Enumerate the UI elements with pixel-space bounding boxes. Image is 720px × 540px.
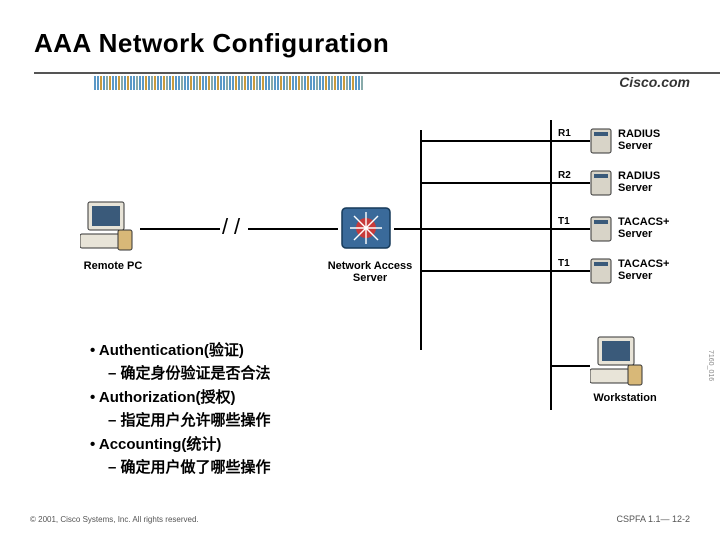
remote-pc-icon	[80, 200, 140, 255]
decorative-bars	[94, 76, 363, 90]
network-diagram: Remote PC / / Network Access Server R1	[0, 110, 720, 360]
bullet-3-head: Accounting(统计)	[99, 436, 221, 453]
tacacs-server-1-icon	[590, 216, 612, 242]
cisco-logo: Cisco.com	[619, 74, 690, 90]
tacacs-server-2-label: TACACS+ Server	[618, 258, 669, 282]
bullet-3-sub: 确定用户做了哪些操作	[121, 459, 271, 476]
bullet-2-sub: 指定用户允许哪些操作	[121, 412, 271, 429]
radius-server-1-icon	[590, 128, 612, 154]
bullet-1-head: Authentication(验证)	[99, 342, 244, 359]
nas-label: Network Access Server	[320, 260, 420, 284]
link-r2-label: R2	[558, 170, 571, 181]
radius-server-2-icon	[590, 170, 612, 196]
workstation-label: Workstation	[590, 392, 660, 404]
link-t1-label: T1	[558, 216, 570, 227]
remote-pc-label: Remote PC	[78, 260, 148, 272]
radius-server-2-label: RADIUS Server	[618, 170, 660, 194]
bullet-1-sub: 确定身份验证是否合法	[121, 365, 271, 382]
link-r1-label: R1	[558, 128, 571, 139]
bullet-2-head: Authorization(授权)	[99, 389, 236, 406]
tacacs-server-2-icon	[590, 258, 612, 284]
workstation-icon	[590, 335, 650, 390]
bullet-list: • Authentication(验证) – 确定身份验证是否合法 • Auth…	[90, 340, 271, 481]
title-rule	[34, 72, 720, 102]
link-t2-label: T1	[558, 258, 570, 269]
network-access-server-icon	[338, 202, 394, 254]
radius-server-1-label: RADIUS Server	[618, 128, 660, 152]
tacacs-server-1-label: TACACS+ Server	[618, 216, 669, 240]
slide: AAA Network Configuration Cisco.com Remo…	[0, 0, 720, 540]
footer-slide-number: CSPFA 1.1— 12-2	[616, 514, 690, 524]
figure-id: 7160_016	[707, 350, 714, 381]
footer-copyright: © 2001, Cisco Systems, Inc. All rights r…	[30, 515, 199, 524]
slide-title: AAA Network Configuration	[34, 28, 389, 59]
